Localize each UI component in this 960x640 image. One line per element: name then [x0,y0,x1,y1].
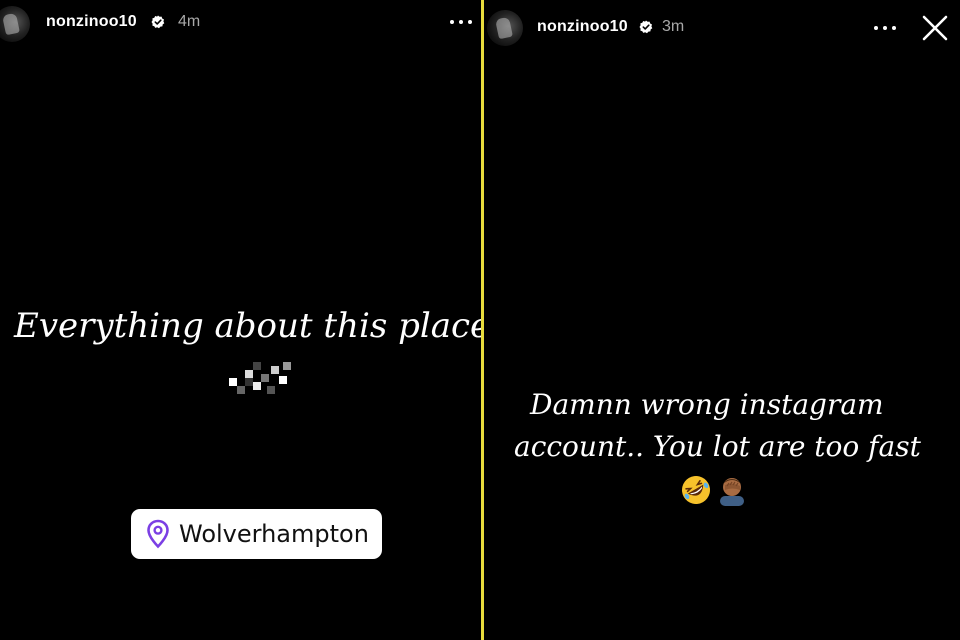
story-text: Everything about this place i [14,306,481,346]
censored-emoji [229,360,291,394]
location-sticker[interactable]: Wolverhampton [131,509,382,559]
story-panel-right[interactable]: nonzinoo10 3m Damnn wrong instagram acco… [484,0,960,640]
story-text-line2: account.. You lot are too fast [514,430,921,463]
story-time: 4m [178,13,201,30]
avatar[interactable] [487,10,523,46]
emoji-row [680,474,748,506]
story-time: 3m [662,18,685,35]
story-header-left: nonzinoo10 4m [0,0,481,48]
username[interactable]: nonzinoo10 [537,18,628,36]
verified-badge-icon [639,20,653,34]
story-header-right: nonzinoo10 3m [484,0,960,48]
location-label: Wolverhampton [179,520,369,548]
close-icon[interactable] [921,14,949,42]
rolling-on-floor-laughing-emoji [682,476,710,504]
story-viewer: nonzinoo10 4m Everything about this plac… [0,0,960,640]
verified-badge-icon [151,15,165,29]
more-options-icon[interactable] [450,12,472,32]
more-options-icon[interactable] [874,18,896,38]
avatar[interactable] [0,6,30,42]
story-text-line1: Damnn wrong instagram [530,388,884,421]
username[interactable]: nonzinoo10 [46,13,137,31]
location-pin-icon [147,519,169,549]
facepalm-emoji [720,478,744,506]
story-panel-left[interactable]: nonzinoo10 4m Everything about this plac… [0,0,481,640]
